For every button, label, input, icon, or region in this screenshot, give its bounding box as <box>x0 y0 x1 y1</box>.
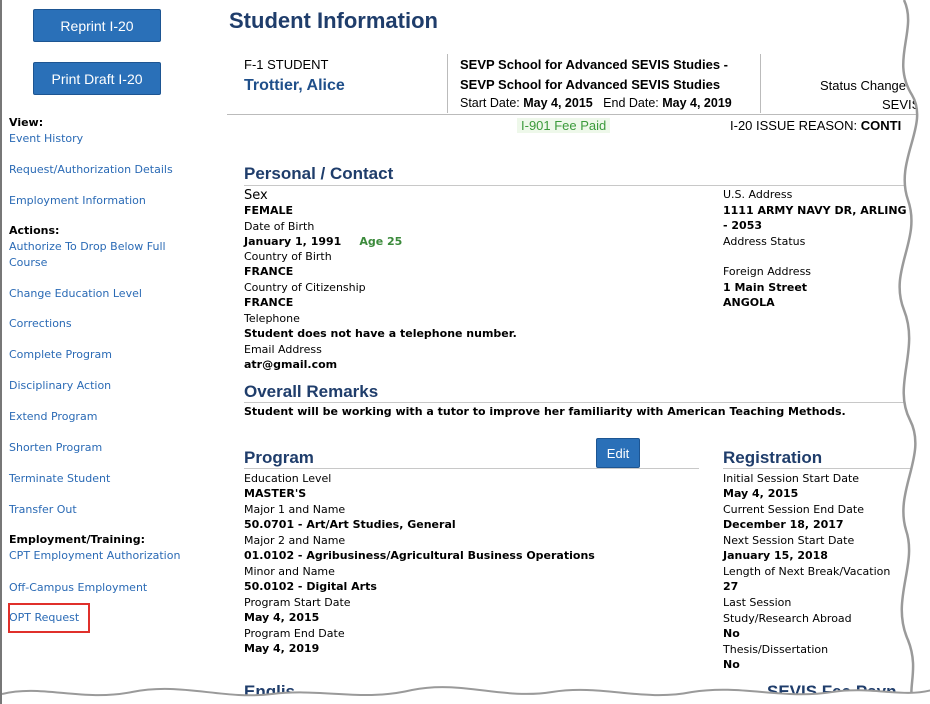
thesis-label: Thesis/Dissertation <box>723 643 829 656</box>
sidebar-link-change-education-level[interactable]: Change Education Level <box>9 286 209 302</box>
country-of-birth-value: FRANCE <box>244 265 294 278</box>
i901-fee-paid-badge: I-901 Fee Paid <box>517 118 611 133</box>
personal-contact-title: Personal / Contact <box>244 164 394 183</box>
address-status-label: Address Status <box>723 235 806 248</box>
program-start-date-label: Program Start Date <box>244 596 351 609</box>
app-frame: Reprint I-20 Print Draft I-20 View: Even… <box>0 0 930 704</box>
opt-request-highlight-box <box>8 603 90 633</box>
registration-title: Registration <box>723 448 823 467</box>
torn-edge-right <box>898 0 930 704</box>
dob-date: January 1, 1991 <box>244 235 342 248</box>
next-break-length-value: 27 <box>723 580 739 593</box>
age-value: Age 25 <box>359 235 403 248</box>
start-date-value: May 4, 2015 <box>523 96 593 110</box>
program-start-date-value: May 4, 2015 <box>244 611 320 624</box>
study-abroad-label: Study/Research Abroad <box>723 612 852 625</box>
foreign-address-line-2: ANGOLA <box>723 296 775 309</box>
school-name-line-2: SEVP School for Advanced SEVIS Studies <box>460 77 721 92</box>
start-date-label: Start Date: <box>460 96 520 110</box>
reprint-i20-button[interactable]: Reprint I-20 <box>33 9 161 42</box>
sidebar-link-extend-program[interactable]: Extend Program <box>9 409 209 425</box>
student-name: Trottier, Alice <box>244 77 345 94</box>
torn-edge-bottom <box>2 686 930 704</box>
country-of-citizenship-value: FRANCE <box>244 296 294 309</box>
education-level-label: Education Level <box>244 472 332 485</box>
sidebar-link-disciplinary-action[interactable]: Disciplinary Action <box>9 378 209 394</box>
program-end-date-value: May 4, 2019 <box>244 642 320 655</box>
program-dates: Start Date: May 4, 2015 End Date: May 4,… <box>460 96 732 110</box>
section-rule <box>244 185 930 186</box>
major2-value: 01.0102 - Agribusiness/Agricultural Busi… <box>244 549 595 562</box>
current-session-end-label: Current Session End Date <box>723 503 864 516</box>
sidebar-link-event-history[interactable]: Event History <box>9 131 209 147</box>
sidebar-link-authorize-drop-below-full-course[interactable]: Authorize To Drop Below Full Course <box>9 239 174 271</box>
thesis-value: No <box>723 658 740 671</box>
end-date-value: May 4, 2019 <box>662 96 732 110</box>
next-session-start-value: January 15, 2018 <box>723 549 828 562</box>
program-end-date-label: Program End Date <box>244 627 345 640</box>
sidebar-link-cpt-employment-authorization[interactable]: CPT Employment Authorization <box>9 548 209 564</box>
sidebar-link-request-authorization-details[interactable]: Request/Authorization Details <box>9 162 209 178</box>
initial-session-start-label: Initial Session Start Date <box>723 472 860 485</box>
us-address-line-2: - 2053 <box>723 219 763 232</box>
employment-training-heading: Employment/Training: <box>9 533 145 546</box>
dob-label: Date of Birth <box>244 220 315 233</box>
issue-reason-label: I-20 ISSUE REASON: <box>730 118 858 133</box>
country-of-birth-label: Country of Birth <box>244 250 332 263</box>
sidebar-link-off-campus-employment[interactable]: Off-Campus Employment <box>9 580 209 596</box>
header-divider <box>447 54 448 113</box>
overall-remarks-title: Overall Remarks <box>244 382 379 401</box>
overall-remarks-text: Student will be working with a tutor to … <box>244 405 846 418</box>
end-date-label: End Date: <box>603 96 659 110</box>
program-edit-button[interactable]: Edit <box>596 438 640 468</box>
program-title: Program <box>244 448 314 467</box>
foreign-address-line-1: 1 Main Street <box>723 281 808 294</box>
sidebar-link-complete-program[interactable]: Complete Program <box>9 347 209 363</box>
initial-session-start-value: May 4, 2015 <box>723 487 799 500</box>
school-name-line-1: SEVP School for Advanced SEVIS Studies - <box>460 57 729 72</box>
sidebar-link-corrections[interactable]: Corrections <box>9 316 209 332</box>
page-title: Student Information <box>229 8 438 33</box>
section-rule <box>244 402 930 403</box>
student-type: F-1 STUDENT <box>244 57 329 72</box>
major2-label: Major 2 and Name <box>244 534 346 547</box>
header-divider <box>760 54 761 113</box>
sidebar-link-transfer-out[interactable]: Transfer Out <box>9 502 209 518</box>
next-break-length-label: Length of Next Break/Vacation <box>723 565 891 578</box>
sex-value: FEMALE <box>244 204 294 217</box>
sidebar-link-employment-information[interactable]: Employment Information <box>9 193 209 209</box>
view-heading: View: <box>9 116 44 129</box>
minor-label: Minor and Name <box>244 565 335 578</box>
sex-label: Sex <box>244 188 268 203</box>
study-abroad-value: No <box>723 627 740 640</box>
current-session-end-value: December 18, 2017 <box>723 518 844 531</box>
main-content: Student Information F-1 STUDENT Trottier… <box>222 0 930 704</box>
minor-value: 50.0102 - Digital Arts <box>244 580 377 593</box>
next-session-start-label: Next Session Start Date <box>723 534 855 547</box>
dob-value: January 1, 1991 Age 25 <box>244 235 402 248</box>
us-address-label: U.S. Address <box>723 188 793 201</box>
actions-heading: Actions: <box>9 224 60 237</box>
major1-value: 50.0701 - Art/Art Studies, General <box>244 518 456 531</box>
major1-label: Major 1 and Name <box>244 503 346 516</box>
email-label: Email Address <box>244 343 322 356</box>
sidebar: Reprint I-20 Print Draft I-20 View: Even… <box>4 0 222 704</box>
sidebar-link-shorten-program[interactable]: Shorten Program <box>9 440 209 456</box>
last-session-label: Last Session <box>723 596 792 609</box>
country-of-citizenship-label: Country of Citizenship <box>244 281 366 294</box>
foreign-address-label: Foreign Address <box>723 265 812 278</box>
email-value: atr@gmail.com <box>244 358 338 371</box>
print-draft-i20-button[interactable]: Print Draft I-20 <box>33 62 161 95</box>
header-bottom-divider <box>227 114 930 115</box>
sidebar-link-terminate-student[interactable]: Terminate Student <box>9 471 209 487</box>
telephone-value: Student does not have a telephone number… <box>244 327 517 340</box>
education-level-value: MASTER'S <box>244 487 307 500</box>
section-rule <box>244 468 699 469</box>
telephone-label: Telephone <box>244 312 300 325</box>
